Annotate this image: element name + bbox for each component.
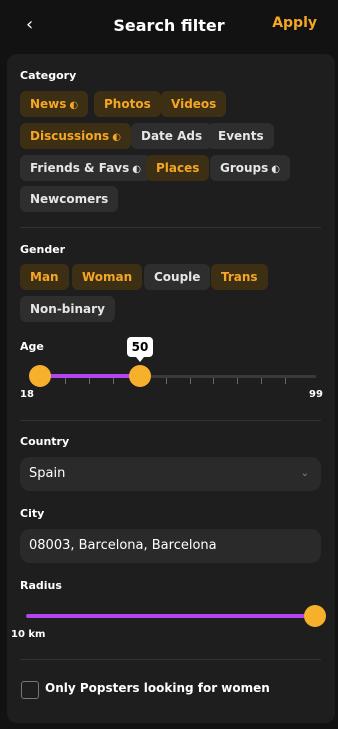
chip-label: Newcomers (30, 192, 109, 206)
divider (20, 227, 321, 228)
chip-label: Date Ads (141, 129, 203, 143)
country-value: Spain (29, 466, 66, 481)
age-max-label: 99 (309, 389, 323, 400)
city-label: City (20, 507, 45, 520)
half-circle-icon: ◐ (69, 100, 79, 111)
chip-news[interactable]: News ◐ (20, 91, 89, 117)
age-value-bubble: 50 (127, 337, 153, 362)
age-slider-tick (190, 378, 191, 384)
chip-label: Trans (221, 270, 258, 284)
chip-label: Man (30, 270, 59, 284)
looking-for-women-checkbox[interactable] (21, 681, 39, 699)
header: ‹ Search filter Apply (0, 0, 338, 50)
category-label: Category (20, 69, 77, 82)
half-circle-icon: ◐ (271, 164, 281, 175)
chip-label: Photos (104, 97, 151, 111)
chip-videos[interactable]: Videos (161, 91, 227, 117)
radius-slider-fill (26, 614, 316, 618)
chip-date-ads[interactable]: Date Ads (131, 123, 213, 149)
chip-label: Groups (220, 161, 269, 175)
half-circle-icon: ◐ (112, 132, 121, 143)
divider (20, 659, 321, 660)
chip-places[interactable]: Places (146, 155, 210, 181)
chip-label: Videos (171, 97, 217, 111)
age-min-thumb[interactable] (29, 365, 51, 387)
chip-events[interactable]: Events (208, 123, 274, 149)
age-slider-tick (113, 378, 114, 384)
chip-label: Discussions (30, 129, 110, 143)
chip-trans[interactable]: Trans (211, 264, 268, 290)
radius-label: Radius (20, 579, 62, 592)
chip-discussions[interactable]: Discussions ◐ (20, 123, 131, 149)
chip-man[interactable]: Man (20, 264, 69, 290)
age-slider-tick (65, 378, 66, 384)
apply-button[interactable]: Apply (272, 15, 317, 31)
age-slider-tick (261, 378, 262, 384)
chip-label: Friends & Favs (30, 161, 130, 175)
chip-friends-favs[interactable]: Friends & Favs ◐ (20, 155, 151, 181)
chip-woman[interactable]: Woman (72, 264, 143, 290)
age-slider-tick (89, 378, 90, 384)
page-title: Search filter (113, 15, 225, 35)
age-label: Age (20, 340, 44, 353)
chip-label: Woman (82, 270, 133, 284)
divider (20, 420, 321, 421)
chip-couple[interactable]: Couple (144, 264, 211, 290)
chip-label: Non-binary (30, 302, 105, 316)
age-slider-tick (285, 378, 286, 384)
age-slider-tick (237, 378, 238, 384)
back-chevron-icon[interactable]: ‹ (26, 14, 33, 35)
chip-label: Events (218, 129, 264, 143)
chip-label: Places (156, 161, 200, 175)
chip-non-binary[interactable]: Non-binary (20, 296, 115, 322)
radius-thumb[interactable] (304, 605, 326, 627)
chip-newcomers[interactable]: Newcomers (20, 186, 119, 212)
age-min-label: 18 (20, 389, 34, 400)
age-slider-fill (40, 374, 140, 378)
filter-panel: Category News ◐ Photos Videos Discussions… (7, 54, 335, 723)
chevron-down-icon: ⌄ (300, 468, 309, 479)
country-select[interactable]: Spain ⌄ (20, 457, 321, 491)
checkbox-label: Only Popsters looking for women (45, 681, 270, 695)
age-max-thumb[interactable] (129, 365, 151, 387)
chip-label: News (30, 97, 67, 111)
chip-photos[interactable]: Photos (94, 91, 161, 117)
gender-label: Gender (20, 243, 66, 256)
country-label: Country (20, 435, 70, 448)
chip-groups[interactable]: Groups ◐ (210, 155, 291, 181)
radius-min-label: 10 km (11, 629, 46, 640)
city-input[interactable]: 08003, Barcelona, Barcelona (20, 529, 321, 563)
age-slider-tick (213, 378, 214, 384)
chip-label: Couple (154, 270, 201, 284)
half-circle-icon: ◐ (132, 164, 141, 175)
city-value: 08003, Barcelona, Barcelona (29, 538, 217, 553)
age-slider-tick (166, 378, 167, 384)
